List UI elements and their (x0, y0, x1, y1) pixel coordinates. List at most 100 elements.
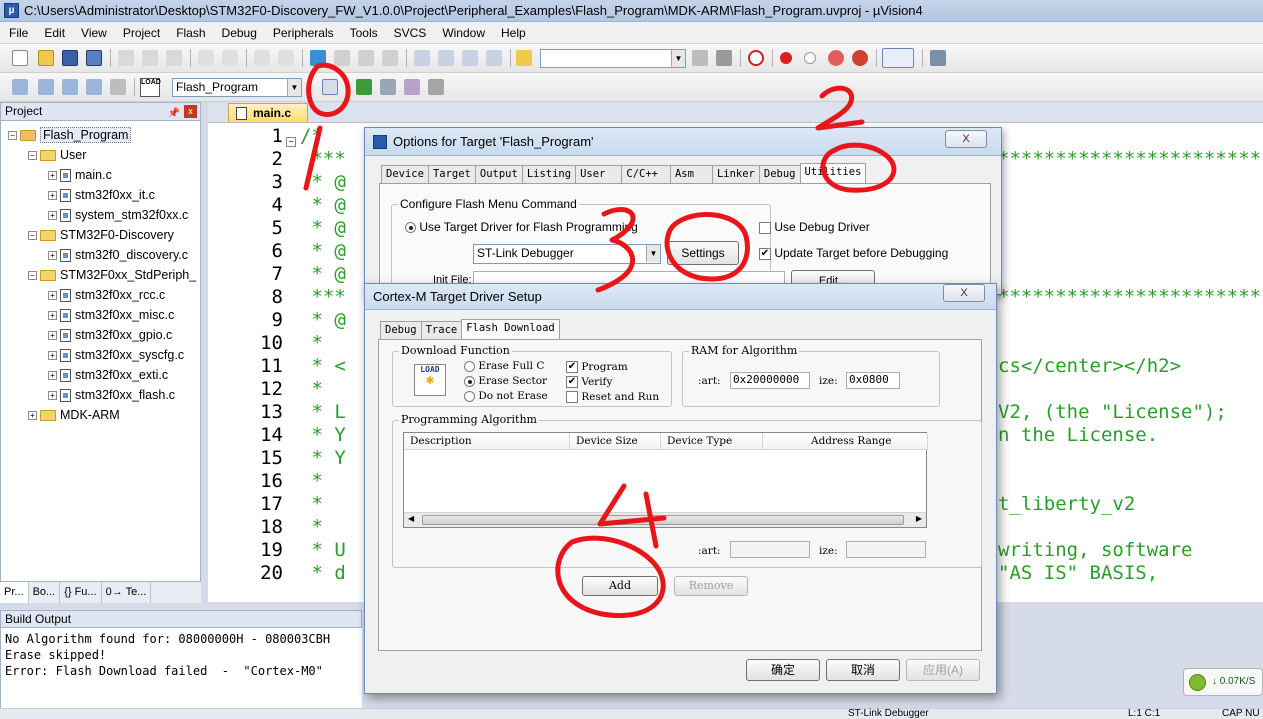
menu-window[interactable]: Window (433, 26, 492, 40)
redo-icon[interactable] (222, 50, 238, 66)
tab-debug[interactable]: Debug (380, 321, 422, 339)
nav-forward-icon[interactable] (278, 50, 294, 66)
close-icon[interactable]: x (184, 105, 197, 118)
algo-size-field[interactable] (846, 541, 926, 558)
use-target-driver-radio[interactable]: Use Target Driver for Flash Programming (405, 220, 638, 234)
expand-icon[interactable]: + (48, 391, 57, 401)
erase-sectors-radio[interactable]: Erase Sector (464, 375, 547, 387)
tab-books[interactable]: Bo... (29, 582, 61, 603)
tree-node-folder[interactable]: + MDK-ARM (28, 405, 120, 425)
find-in-files-icon[interactable] (516, 50, 532, 66)
clear-breakpoints-icon[interactable] (828, 50, 844, 66)
menu-tools[interactable]: Tools (341, 26, 385, 40)
tab-c-cpp[interactable]: C/C++ (621, 165, 671, 183)
tree-node-file[interactable]: + stm32f0xx_it.c (48, 185, 155, 205)
column-header-description[interactable]: Description (404, 433, 570, 450)
tree-node-file[interactable]: + main.c (48, 165, 112, 185)
network-speed-widget[interactable]: ↓ 0.07K/S (1183, 668, 1263, 696)
save-all-icon[interactable] (86, 50, 102, 66)
tab-linker[interactable]: Linker (711, 165, 760, 183)
tab-utilities[interactable]: Utilities (799, 163, 867, 183)
expand-icon[interactable]: + (28, 411, 37, 421)
chevron-down-icon[interactable]: ▼ (646, 245, 660, 262)
tab-project[interactable]: Pr... (0, 582, 29, 603)
expand-icon[interactable]: + (48, 331, 57, 341)
kill-breakpoints-icon[interactable] (852, 50, 868, 66)
tree-node-folder[interactable]: − STM32F0xx_StdPeriph_ (28, 265, 196, 285)
tree-node-file[interactable]: + stm32f0_discovery.c (48, 245, 188, 265)
scrollbar-thumb[interactable] (422, 515, 904, 525)
driver-select[interactable]: ST-Link Debugger ▼ (473, 244, 661, 264)
save-icon[interactable] (62, 50, 78, 66)
expand-icon[interactable]: + (48, 291, 57, 301)
unindent-icon[interactable] (438, 50, 454, 66)
pin-icon[interactable]: 📌 (168, 105, 180, 122)
algorithm-list[interactable]: Description Device Size Device Type Addr… (403, 432, 928, 528)
tab-target[interactable]: Target (427, 165, 476, 183)
use-debug-driver-checkbox[interactable]: Use Debug Driver (759, 220, 870, 234)
expand-icon[interactable]: + (48, 171, 57, 181)
tree-node-file[interactable]: + stm32f0xx_misc.c (48, 305, 174, 325)
tab-output[interactable]: Output (474, 165, 523, 183)
close-button[interactable]: X (943, 284, 985, 302)
build-icon[interactable] (38, 79, 54, 95)
ok-button[interactable]: 确定 (746, 659, 820, 681)
rebuild-icon[interactable] (62, 79, 78, 95)
manage-components-icon[interactable] (356, 79, 372, 95)
find-icon[interactable] (692, 50, 708, 66)
ram-start-field[interactable]: 0x20000000 (730, 372, 810, 389)
do-not-erase-radio[interactable]: Do not Erase (464, 390, 548, 402)
verify-checkbox[interactable]: ✔ Verify (566, 376, 612, 388)
copy-icon[interactable] (142, 50, 158, 66)
expand-icon[interactable]: + (48, 211, 57, 221)
tree-node-file[interactable]: + system_stm32f0xx.c (48, 205, 188, 225)
chevron-down-icon[interactable]: ▼ (671, 50, 685, 67)
tab-trace[interactable]: Trace (420, 321, 463, 339)
update-target-checkbox[interactable]: ✔ Update Target before Debugging (759, 246, 948, 260)
incremental-find-icon[interactable] (716, 50, 732, 66)
program-checkbox[interactable]: ✔ Program (566, 361, 628, 373)
load-download-icon[interactable]: LOAD (140, 78, 161, 97)
collapse-icon[interactable]: − (28, 151, 37, 161)
tab-listing[interactable]: Listing (521, 165, 577, 183)
bookmark-icon[interactable] (310, 50, 326, 66)
menu-view[interactable]: View (72, 26, 114, 40)
tab-device[interactable]: Device (381, 165, 429, 183)
expand-icon[interactable]: + (48, 351, 57, 361)
tree-node-file[interactable]: + stm32f0xx_exti.c (48, 365, 168, 385)
menu-svcs[interactable]: SVCS (385, 26, 434, 40)
nav-back-icon[interactable] (254, 50, 270, 66)
tree-node-file[interactable]: + stm32f0xx_syscfg.c (48, 345, 184, 365)
tree-node-folder[interactable]: − User (28, 145, 86, 165)
disable-breakpoint-icon[interactable] (804, 52, 816, 64)
find-combo[interactable]: ▼ (540, 49, 686, 68)
comment-icon[interactable] (462, 50, 478, 66)
add-button[interactable]: Add (582, 576, 658, 596)
clear-bookmarks-icon[interactable] (382, 50, 398, 66)
undo-icon[interactable] (198, 50, 214, 66)
menu-project[interactable]: Project (114, 26, 167, 40)
translate-icon[interactable] (12, 79, 28, 95)
prev-bookmark-icon[interactable] (334, 50, 350, 66)
indent-icon[interactable] (414, 50, 430, 66)
collapse-icon[interactable]: − (28, 271, 37, 281)
tab-user[interactable]: User (575, 165, 623, 183)
cut-icon[interactable] (118, 50, 134, 66)
device-db-icon[interactable] (428, 79, 444, 95)
expand-icon[interactable]: + (48, 251, 57, 261)
close-button[interactable]: X (945, 130, 987, 148)
cancel-button[interactable]: 取消 (826, 659, 900, 681)
paste-icon[interactable] (166, 50, 182, 66)
ram-size-field[interactable]: 0x0800 (846, 372, 900, 389)
menu-help[interactable]: Help (492, 26, 533, 40)
start-debug-icon[interactable] (748, 50, 764, 66)
options-for-target-icon[interactable] (322, 79, 338, 95)
build-output-panel[interactable]: No Algorithm found for: 08000000H - 0800… (0, 628, 362, 708)
tree-node-file[interactable]: + stm32f0xx_rcc.c (48, 285, 165, 305)
reset-and-run-checkbox[interactable]: Reset and Run (566, 391, 659, 403)
batch-build-icon[interactable] (86, 79, 102, 95)
menu-edit[interactable]: Edit (35, 26, 72, 40)
apply-button[interactable]: 应用(A) (906, 659, 980, 681)
tab-templates[interactable]: 0→ Te... (102, 582, 152, 603)
tree-node-folder[interactable]: − STM32F0-Discovery (28, 225, 174, 245)
